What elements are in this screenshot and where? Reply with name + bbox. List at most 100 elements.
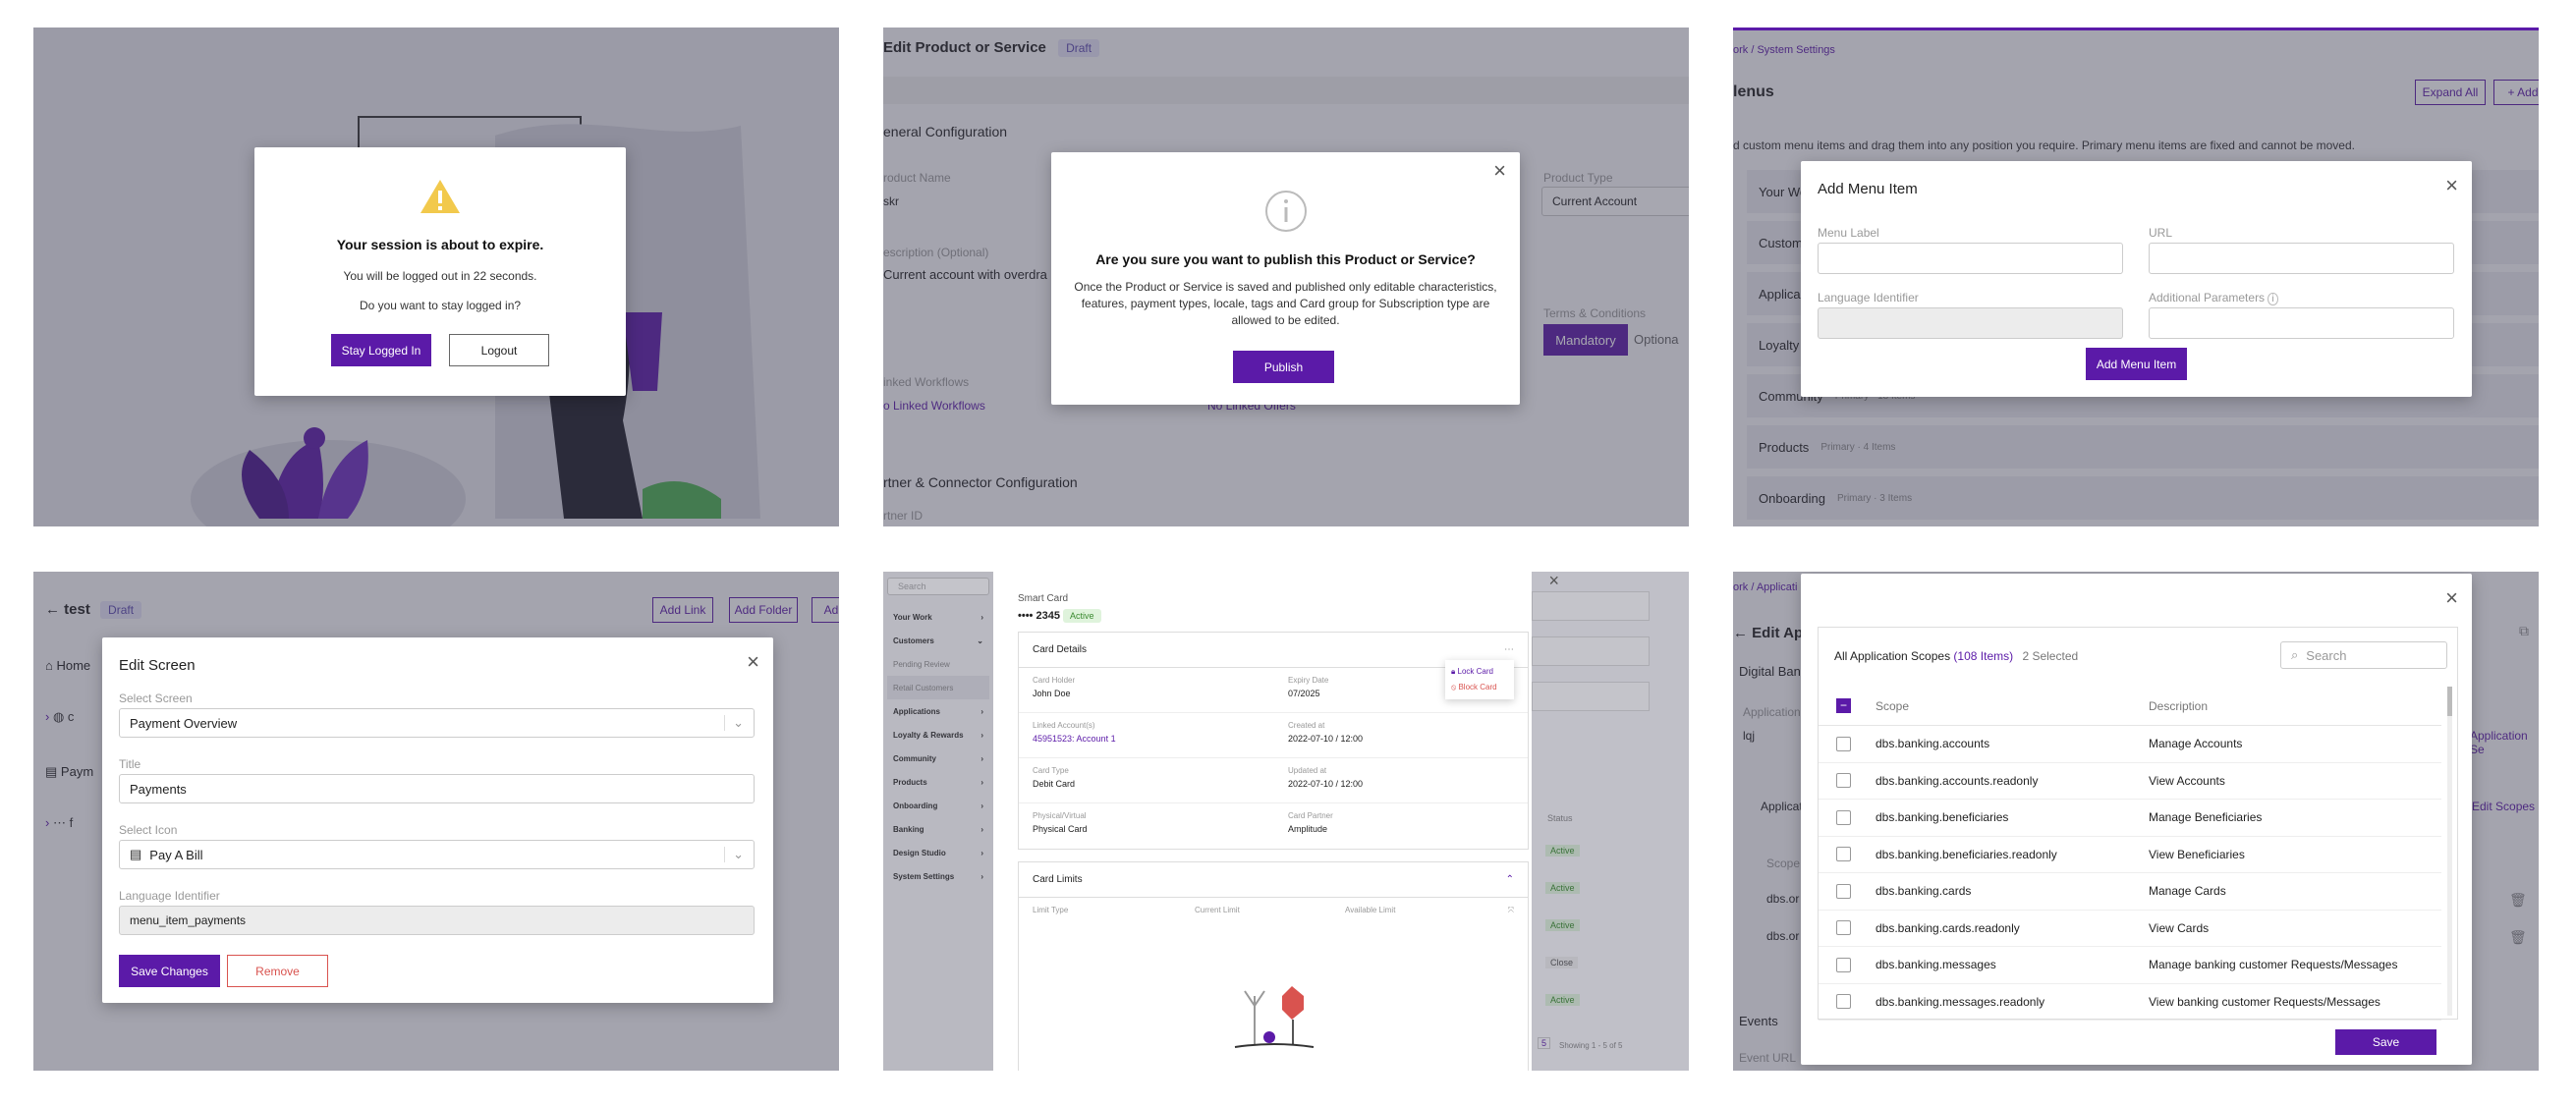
card-limits-header[interactable]: Card Limits ⌃ (1019, 862, 1528, 898)
lock-card-item[interactable]: 🔒︎ Lock Card (1451, 664, 1508, 680)
title-input[interactable]: Payments (119, 774, 755, 803)
save-button[interactable]: Save (2335, 1029, 2436, 1055)
description-cell: Manage Cards (2149, 884, 2226, 899)
description-cell: View Cards (2149, 920, 2210, 935)
publish-body: Once the Product or Service is saved and… (1074, 280, 1497, 327)
url-input[interactable] (2149, 243, 2454, 274)
block-card-item[interactable]: ⦸ Block Card (1451, 680, 1508, 695)
card-field-value: Debit Card (1033, 779, 1076, 789)
search-input[interactable]: ⌕ Search (2280, 641, 2447, 669)
scope-rows: dbs.banking.accounts Manage Accounts dbs.b… (1819, 726, 2441, 1021)
table-row[interactable]: dbs.banking.messages Manage banking custo… (1819, 947, 2441, 984)
row-checkbox[interactable] (1836, 736, 1851, 751)
menu-label-input[interactable] (1818, 243, 2123, 274)
scrollbar[interactable] (2447, 687, 2452, 1016)
card-status-badge: Active (1063, 609, 1101, 623)
modal-title: Edit Screen (119, 657, 196, 674)
language-label: Language Identifier (1818, 291, 1919, 304)
table-row[interactable]: dbs.banking.accounts Manage Accounts (1819, 726, 2441, 763)
close-icon[interactable]: × (1493, 160, 1506, 182)
row-checkbox[interactable] (1836, 773, 1851, 789)
scrollbar-thumb[interactable] (2447, 687, 2452, 716)
table-row[interactable]: dbs.banking.cards Manage Cards (1819, 873, 2441, 911)
stay-logged-in-button[interactable]: Stay Logged In (331, 334, 431, 366)
table-header: − Scope Description (1819, 687, 2441, 726)
url-label: URL (2149, 226, 2173, 240)
select-icon-dropdown[interactable]: ▤ Pay A Bill ⌄ (119, 840, 755, 869)
params-label: Additional Parameters i (2149, 291, 2278, 305)
scope-column-header: Scope (1876, 698, 1910, 713)
params-input[interactable] (2149, 307, 2454, 339)
language-input[interactable] (1818, 307, 2123, 339)
publish-title: Are you sure you want to publish this Pr… (1095, 251, 1476, 267)
table-row[interactable]: dbs.banking.messages.readonly View bankin… (1819, 984, 2441, 1021)
row-checkbox[interactable] (1836, 957, 1851, 972)
card-limits-title: Card Limits (1033, 874, 1083, 885)
info-icon: i (2268, 293, 2278, 305)
language-label: Language Identifier (119, 889, 220, 903)
scopes-count: (108 Items) (1953, 649, 2014, 663)
empty-state-illustration (1234, 986, 1315, 1048)
card-field-label: Physical/Virtual (1033, 811, 1087, 820)
card-field: Card Partner Amplitude (1288, 811, 1514, 841)
row-checkbox[interactable] (1836, 809, 1851, 825)
logout-button[interactable]: Logout (449, 334, 549, 366)
table-row[interactable]: dbs.banking.beneficiaries Manage Benefici… (1819, 800, 2441, 837)
table-row[interactable]: dbs.banking.accounts.readonly View Accoun… (1819, 763, 2441, 800)
selected-count: 2 Selected (2022, 649, 2079, 663)
table-row[interactable]: dbs.banking.beneficiaries.readonly View B… (1819, 837, 2441, 873)
scopes-header: All Application Scopes (108 Items) 2 Sel… (1834, 649, 2078, 663)
lock-icon: 🔒︎ (1451, 667, 1456, 676)
description-cell: View banking customer Requests/Messages (2149, 994, 2380, 1009)
description-cell: Manage Accounts (2149, 737, 2243, 751)
session-question: Do you want to stay logged in? (359, 299, 522, 312)
row-checkbox[interactable] (1836, 883, 1851, 899)
remove-button[interactable]: Remove (227, 955, 328, 987)
scope-cell: dbs.banking.messages.readonly (1876, 994, 2045, 1009)
menu-label-label: Menu Label (1818, 226, 1879, 240)
scope-cell: dbs.banking.beneficiaries.readonly (1876, 847, 2057, 861)
add-menu-modal: Add Menu Item × Menu Label URL Language … (1801, 161, 2472, 397)
close-icon[interactable]: × (747, 651, 759, 673)
block-icon: ⦸ (1451, 683, 1457, 691)
card-limits-section: Card Limits ⌃ Limit Type Current Limit A… (1018, 861, 1529, 1071)
row-checkbox[interactable] (1836, 847, 1851, 862)
select-all-checkbox[interactable]: − (1836, 698, 1851, 713)
close-icon[interactable]: × (1548, 572, 1559, 589)
chevron-down-icon: ⌄ (724, 715, 744, 731)
more-icon[interactable]: ⋯ (1504, 644, 1514, 655)
chevron-up-icon[interactable]: ⌃ (1506, 874, 1514, 885)
table-row[interactable]: dbs.banking.cards.readonly View Cards (1819, 911, 2441, 947)
search-icon: ⌕ (2291, 647, 2299, 662)
card-field: Created at 2022-07-10 / 12:00 (1288, 721, 1514, 749)
save-changes-button[interactable]: Save Changes (119, 955, 220, 987)
card-field-label: Card Type (1033, 766, 1069, 775)
row-checkbox[interactable] (1836, 920, 1851, 936)
card-field-label: Linked Account(s) (1033, 721, 1095, 730)
card-field-value[interactable]: 45951523: Account 1 (1033, 734, 1288, 744)
columns-icon[interactable]: ⤧ (1508, 906, 1514, 915)
select-screen-dropdown[interactable]: Payment Overview ⌄ (119, 708, 755, 738)
close-icon[interactable]: × (2445, 587, 2458, 609)
card-field-label: Created at (1288, 721, 1325, 730)
card-details-title: Card Details (1033, 644, 1088, 655)
publish-modal: × Are you sure you want to publish this … (1051, 152, 1520, 405)
publish-button[interactable]: Publish (1233, 351, 1334, 383)
card-field: Card Holder John Doe (1033, 676, 1288, 704)
scope-cell: dbs.banking.accounts.readonly (1876, 773, 2039, 788)
info-icon (1265, 191, 1307, 232)
add-menu-item-button[interactable]: Add Menu Item (2086, 348, 2187, 380)
params-label-text: Additional Parameters (2149, 291, 2266, 304)
select-icon-value: Pay A Bill (149, 847, 203, 862)
scope-cell: dbs.banking.beneficiaries (1876, 810, 2009, 825)
language-input[interactable]: menu_item_payments (119, 906, 755, 935)
session-modal: Your session is about to expire. You wil… (254, 147, 626, 396)
chevron-down-icon: ⌄ (724, 847, 744, 862)
card-details-panel: Search Your Work › Customers ⌄ Pending Revie… (883, 572, 1689, 1071)
title-label: Title (119, 757, 141, 771)
close-icon[interactable]: × (2445, 175, 2458, 196)
select-icon-label: Select Icon (119, 823, 178, 837)
card-field: Physical/Virtual Physical Card (1033, 811, 1288, 841)
row-checkbox[interactable] (1836, 994, 1851, 1010)
card-field-value: 2022-07-10 / 12:00 (1288, 779, 1364, 789)
